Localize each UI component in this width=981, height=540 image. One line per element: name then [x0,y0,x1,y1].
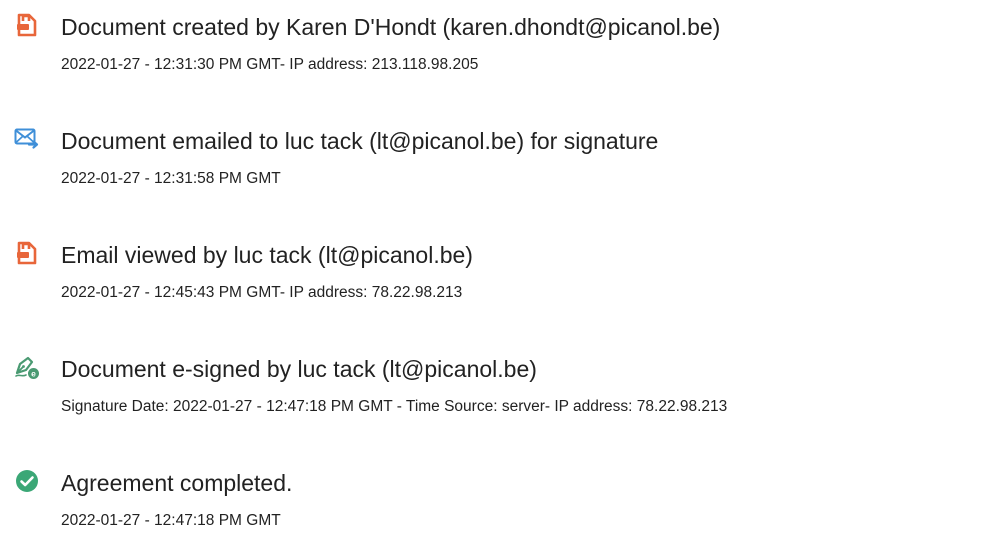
audit-event-document-created: Document created by Karen D'Hondt (karen… [0,12,981,82]
document-icon [14,240,40,266]
event-title: Document created by Karen D'Hondt (karen… [61,14,721,40]
event-detail: 2022-01-27 - 12:45:43 PM GMT- IP address… [61,284,463,301]
e-sign-pen-icon: e [14,354,40,380]
event-title: Agreement completed. [61,470,293,496]
svg-text:e: e [31,369,36,379]
event-title: Document emailed to luc tack (lt@picanol… [61,128,659,154]
event-detail: 2022-01-27 - 12:31:30 PM GMT- IP address… [61,56,479,73]
event-title: Document e-signed by luc tack (lt@picano… [61,356,537,382]
event-detail: Signature Date: 2022-01-27 - 12:47:18 PM… [61,398,728,415]
event-detail: 2022-01-27 - 12:31:58 PM GMT [61,170,281,187]
event-detail: 2022-01-27 - 12:47:18 PM GMT [61,512,281,529]
audit-event-agreement-completed: Agreement completed. 2022-01-27 - 12:47:… [0,468,981,538]
check-circle-icon [14,468,40,494]
audit-event-document-emailed: Document emailed to luc tack (lt@picanol… [0,126,981,196]
email-send-icon [14,126,40,152]
audit-event-email-viewed: Email viewed by luc tack (lt@picanol.be)… [0,240,981,310]
event-title: Email viewed by luc tack (lt@picanol.be) [61,242,473,268]
document-icon [14,12,40,38]
audit-event-document-esigned: e Document e-signed by luc tack (lt@pica… [0,354,981,424]
